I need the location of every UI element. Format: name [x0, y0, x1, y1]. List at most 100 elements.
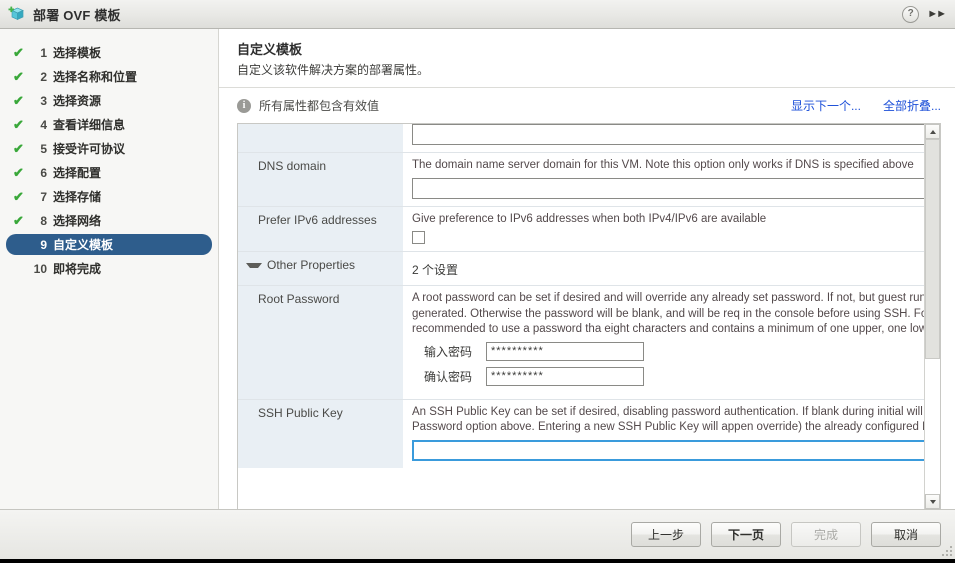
help-icon[interactable]: ? [902, 5, 920, 23]
table-row: SSH Public Key An SSH Public Key can be … [238, 399, 924, 468]
back-button[interactable]: 上一步 [631, 522, 701, 547]
sidebar-item-label: 选择存储 [53, 190, 102, 204]
sidebar-item-ready-to-complete[interactable]: 10 即将完成 [6, 258, 212, 279]
page-subtitle: 自定义该软件解决方案的部署属性。 [237, 63, 430, 77]
sidebar-item-label: 选择名称和位置 [53, 70, 138, 84]
ssh-public-key-input[interactable] [412, 439, 924, 461]
check-icon: ✔ [13, 141, 24, 156]
confirm-password-label: 确认密码 [424, 369, 473, 384]
vertical-scrollbar[interactable] [924, 124, 940, 509]
check-icon: ✔ [13, 189, 24, 204]
sidebar-item-label: 选择配置 [53, 166, 102, 180]
finish-button: 完成 [791, 522, 861, 547]
property-group-count: 2 个设置 [412, 263, 459, 277]
sidebar-item-number: 2 [40, 69, 47, 84]
property-value [404, 124, 924, 152]
sidebar-item-select-name-location[interactable]: ✔ 2 选择名称和位置 [6, 66, 212, 87]
page-title: 自定义模板 [237, 42, 303, 57]
wizard-body: ✔ 1 选择模板 ✔ 2 选择名称和位置 ✔ 3 选择资源 ✔ 4 查看详细信息… [0, 29, 955, 509]
property-description: An SSH Public Key can be set if desired,… [412, 405, 924, 434]
sidebar-item-select-template[interactable]: ✔ 1 选择模板 [6, 42, 212, 63]
content-header: 自定义模板 自定义该软件解决方案的部署属性。 [219, 39, 955, 87]
info-icon: i [237, 98, 251, 113]
show-next-link[interactable]: 显示下一个... [791, 97, 861, 114]
partial-row-input[interactable] [412, 124, 924, 145]
sidebar-item-number: 3 [40, 93, 47, 108]
properties-table-wrapper: DNS domain The domain name server domain… [237, 123, 941, 509]
sidebar-item-review-details[interactable]: ✔ 4 查看详细信息 [6, 114, 212, 135]
check-icon: ✔ [13, 45, 24, 60]
property-description: A root password can be set if desired an… [412, 292, 924, 335]
prefer-ipv6-checkbox[interactable] [412, 231, 425, 244]
sidebar-item-label: 自定义模板 [53, 238, 114, 252]
chevron-down-icon[interactable] [246, 263, 262, 268]
sidebar-item-number: 5 [40, 141, 47, 156]
properties-table-inner: DNS domain The domain name server domain… [238, 124, 924, 468]
check-icon: ✔ [13, 117, 24, 132]
sidebar-item-label: 选择资源 [53, 94, 102, 108]
password-fields: 输入密码 确认密码 [412, 341, 924, 386]
sidebar-item-select-resource[interactable]: ✔ 3 选择资源 [6, 90, 212, 111]
property-label: Prefer IPv6 addresses [238, 206, 404, 251]
property-value: The domain name server domain for this V… [404, 153, 924, 206]
next-button[interactable]: 下一页 [711, 522, 781, 547]
table-row: Root Password A root password can be set… [238, 286, 924, 400]
ovf-box-icon [8, 5, 26, 23]
check-icon: ✔ [13, 213, 24, 228]
property-group-label-text: Other Properties [267, 258, 356, 272]
table-row: DNS domain The domain name server domain… [238, 153, 924, 207]
wizard-content-panel: 自定义模板 自定义该软件解决方案的部署属性。 i 所有属性都包含有效值 显示下一… [219, 29, 955, 509]
scroll-down-button[interactable] [925, 494, 940, 509]
wizard-step-sidebar: ✔ 1 选择模板 ✔ 2 选择名称和位置 ✔ 3 选择资源 ✔ 4 查看详细信息… [0, 29, 219, 509]
enter-password-label: 输入密码 [424, 344, 473, 359]
cancel-button[interactable]: 取消 [871, 522, 941, 547]
scrollbar-track[interactable] [925, 139, 940, 494]
scrollbar-thumb[interactable] [925, 139, 940, 360]
property-group-label[interactable]: Other Properties [238, 252, 404, 285]
check-icon: ✔ [13, 69, 24, 84]
sidebar-item-select-network[interactable]: ✔ 8 选择网络 [6, 210, 212, 231]
table-row [238, 124, 924, 153]
property-value: Give preference to IPv6 addresses when b… [404, 206, 924, 251]
check-icon: ✔ [13, 165, 24, 180]
wizard-footer: 上一步 下一页 完成 取消 [0, 509, 955, 559]
resize-grip-icon[interactable] [941, 545, 952, 556]
sidebar-item-number: 8 [40, 213, 47, 228]
property-label [238, 124, 404, 152]
dns-domain-input[interactable] [412, 177, 924, 199]
deploy-ovf-wizard-window: 部署 OVF 模板 ? ►► ✔ 1 选择模板 ✔ 2 选择名称和位置 ✔ 3 … [0, 0, 955, 563]
sidebar-item-select-storage[interactable]: ✔ 7 选择存储 [6, 186, 212, 207]
sidebar-item-number: 10 [33, 261, 47, 276]
window-title: 部署 OVF 模板 [33, 7, 121, 23]
sidebar-item-number: 4 [40, 117, 47, 132]
property-group-value: 2 个设置 [404, 252, 924, 285]
sidebar-item-label: 选择模板 [53, 46, 102, 60]
sidebar-item-label: 查看详细信息 [53, 118, 126, 132]
property-value: An SSH Public Key can be set if desired,… [404, 399, 924, 468]
chevron-double-right-icon[interactable]: ►► [927, 8, 947, 20]
confirm-password-input[interactable] [486, 366, 644, 386]
check-icon: ✔ [13, 93, 24, 108]
window-bottom-edge [0, 559, 955, 563]
sidebar-item-label: 选择网络 [53, 214, 102, 228]
validation-notice-text: 所有属性都包含有效值 [259, 99, 380, 113]
property-label: Root Password [238, 286, 404, 399]
enter-password-input[interactable] [486, 341, 644, 361]
collapse-all-link[interactable]: 全部折叠... [883, 97, 941, 114]
enter-password-row: 输入密码 [412, 341, 924, 361]
property-value: A root password can be set if desired an… [404, 286, 924, 399]
sidebar-item-label: 接受许可协议 [53, 142, 126, 156]
window-titlebar: 部署 OVF 模板 ? ►► [0, 0, 955, 29]
sidebar-item-number: 6 [40, 165, 47, 180]
property-description: Give preference to IPv6 addresses when b… [412, 212, 767, 225]
sidebar-item-accept-license[interactable]: ✔ 5 接受许可协议 [6, 138, 212, 159]
property-description: The domain name server domain for this V… [412, 159, 914, 171]
table-row-group: Other Properties 2 个设置 [238, 252, 924, 286]
properties-table: DNS domain The domain name server domain… [238, 124, 924, 509]
scroll-up-button[interactable] [925, 124, 940, 139]
sidebar-item-select-configuration[interactable]: ✔ 6 选择配置 [6, 162, 212, 183]
sidebar-item-number: 1 [40, 45, 47, 60]
table-row: Prefer IPv6 addresses Give preference to… [238, 206, 924, 252]
sidebar-item-customize-template[interactable]: 9 自定义模板 [6, 234, 212, 255]
property-label: DNS domain [238, 153, 404, 206]
